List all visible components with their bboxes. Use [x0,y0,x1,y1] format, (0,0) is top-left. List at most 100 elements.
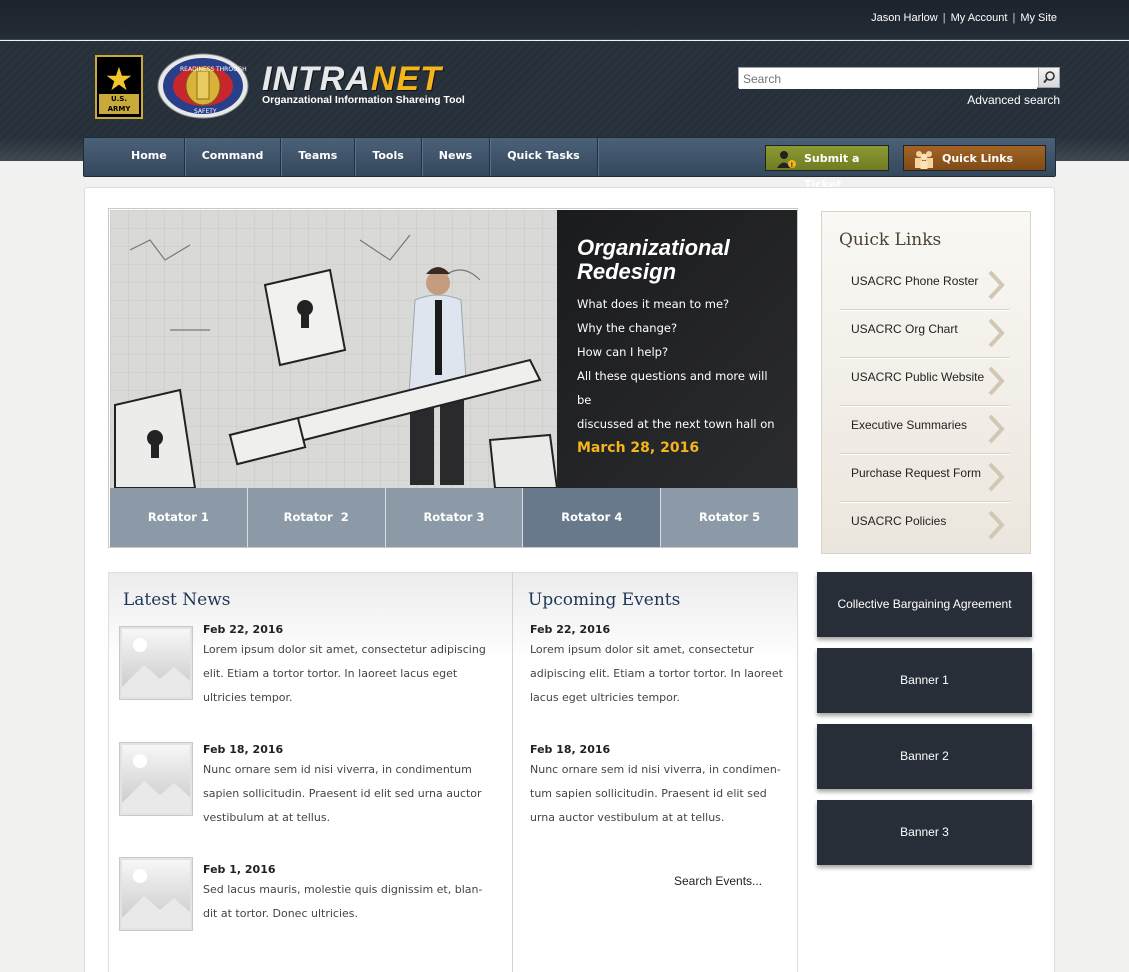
hero-line: What does it mean to me? [577,297,730,311]
search-icon [1043,71,1055,84]
chevron-right-icon [988,366,1005,396]
chevron-right-icon [988,510,1005,540]
rotator-tab-5[interactable]: Rotator 5 [661,488,798,547]
quick-link-item[interactable]: USACRC Policies [840,502,1010,550]
news-item[interactable]: Feb 1, 2016 Sed lacus mauris, molestie q… [203,863,583,926]
quick-links-panel: Quick Links USACRC Phone Roster USACRC O… [821,211,1031,554]
news-text: Sed lacus mauris, molestie quis dignissi… [203,883,483,920]
chevron-right-icon [988,270,1005,300]
hero-line: discussed at the next town hall on [577,417,775,431]
chevron-right-icon [988,414,1005,444]
quick-links-title: Quick Links [839,230,942,250]
quick-link-label: USACRC Public Website [851,370,985,384]
my-account-link[interactable]: My Account [951,12,1008,24]
rotator-tab-1[interactable]: Rotator 1 [110,488,248,547]
quick-link-label: Executive Summaries [851,418,968,432]
upcoming-events-title: Upcoming Events [528,590,681,610]
quick-link-label: USACRC Phone Roster [851,274,979,288]
hero-rotator: Organizational Redesign What does it mean… [108,208,798,548]
seal-top-text: READINESS [180,66,215,73]
nav-item-quick-tasks[interactable]: Quick Tasks [490,138,598,176]
latest-news-title: Latest News [123,590,231,610]
brand-title-part2: NET [370,60,442,98]
news-item[interactable]: Feb 22, 2016 Lorem ipsum dolor sit amet,… [203,623,583,710]
seal-top-text-2: THROUGH [215,66,247,73]
banner-1[interactable]: Banner 1 [817,648,1032,713]
news-text: Nunc ornare sem id nisi viverra, in cond… [203,763,482,824]
hero-line: Why the change? [577,321,678,335]
quick-link-item[interactable]: USACRC Phone Roster [840,262,1010,310]
image-placeholder-icon [122,869,190,928]
search-events-link[interactable]: Search Events... [674,874,762,888]
top-bar: Jason Harlow | My Account | My Site [0,0,1129,40]
main-nav: Home Command Teams Tools News Quick Task… [83,137,1056,191]
support-person-icon: ! [777,151,796,169]
event-text: Nunc ornare sem id nisi viverra, in cond… [530,763,781,824]
advanced-search-link[interactable]: Advanced search [967,93,1060,107]
news-date: Feb 22, 2016 [203,623,284,636]
brand-subtitle: Organzational Information Shareing Tool [262,94,465,106]
event-text: Lorem ipsum dolor sit amet, consectetur a… [530,643,783,704]
news-thumbnail-image-placeholder[interactable] [119,857,193,931]
hero-title-line-2: Redesign [577,259,677,284]
news-date: Feb 1, 2016 [203,863,276,876]
svg-text:!: ! [791,162,794,169]
quick-link-item[interactable]: USACRC Public Website [840,358,1010,406]
rotator-tabs: Rotator 1 Rotator 2 Rotator 3 Rotator 4 … [110,488,798,547]
banner-3[interactable]: Banner 3 [817,800,1032,865]
search-button[interactable] [1038,68,1059,87]
nav-item-teams[interactable]: Teams [281,138,356,176]
army-logo[interactable]: ★ U.S. ARMY [95,55,143,119]
nav-item-home[interactable]: Home [114,138,185,176]
banner-collective-bargaining[interactable]: Collective Bargaining Agreement [817,572,1032,637]
quick-links-button[interactable]: Quick Links [903,145,1046,171]
brand-title: INTRANET [262,62,465,96]
search-box [738,67,1060,89]
rotator-tab-3[interactable]: Rotator 3 [385,488,524,547]
rotator-tab-4[interactable]: Rotator 4 [523,488,662,547]
hero-caption: Organizational Redesign What does it mean… [557,210,797,488]
army-logo-text: U.S. ARMY [99,94,139,114]
hero-image[interactable] [110,210,557,488]
event-date: Feb 22, 2016 [530,623,611,636]
nav-item-command[interactable]: Command [185,138,282,176]
my-site-link[interactable]: My Site [1020,12,1057,24]
hero-line: All these questions and more will be [577,369,768,407]
people-group-icon [915,151,933,169]
rotator-tab-2[interactable]: Rotator 2 [247,488,386,547]
hero-title: Organizational Redesign [577,236,777,284]
quick-link-item[interactable]: Purchase Request Form [840,454,1010,502]
brand-title-part1: INTRA [262,60,371,98]
event-item[interactable]: Feb 22, 2016 Lorem ipsum dolor sit amet,… [530,623,790,710]
submit-ticket-button[interactable]: ! Submit a Ticket [765,145,889,191]
submit-ticket-label: Submit a Ticket [804,152,860,191]
user-links: Jason Harlow | My Account | My Site [871,12,1057,24]
nav-item-tools[interactable]: Tools [355,138,422,176]
safety-seal-logo[interactable]: READINESS THROUGH SAFETY [156,53,250,119]
quick-link-label: USACRC Policies [851,514,947,528]
news-date: Feb 18, 2016 [203,743,284,756]
chevron-right-icon [988,462,1005,492]
chevron-right-icon [988,318,1005,348]
star-icon: ★ [104,60,134,98]
search-input[interactable] [739,69,1037,89]
news-item[interactable]: Feb 18, 2016 Nunc ornare sem id nisi viv… [203,743,583,830]
news-thumbnail-image-placeholder[interactable] [119,742,193,816]
banner-2[interactable]: Banner 2 [817,724,1032,789]
image-placeholder-icon [122,638,190,697]
hero-line: How can I help? [577,345,669,359]
event-item[interactable]: Feb 18, 2016 Nunc ornare sem id nisi viv… [530,743,790,830]
news-text: Lorem ipsum dolor sit amet, consectetur … [203,643,486,704]
event-date: Feb 18, 2016 [530,743,611,756]
brand[interactable]: INTRANET Organzational Information Share… [262,62,465,106]
quick-link-item[interactable]: Executive Summaries [840,406,1010,454]
hero-title-line-1: Organizational [577,235,730,260]
quick-links-list: USACRC Phone Roster USACRC Org Chart USA… [840,262,1010,550]
quick-link-item[interactable]: USACRC Org Chart [840,310,1010,358]
image-placeholder-icon [122,754,190,813]
nav-list: Home Command Teams Tools News Quick Task… [114,138,598,176]
news-thumbnail-image-placeholder[interactable] [119,626,193,700]
hero-event-date: March 28, 2016 [577,440,700,456]
nav-item-news[interactable]: News [422,138,491,176]
user-name-link[interactable]: Jason Harlow [871,12,938,24]
